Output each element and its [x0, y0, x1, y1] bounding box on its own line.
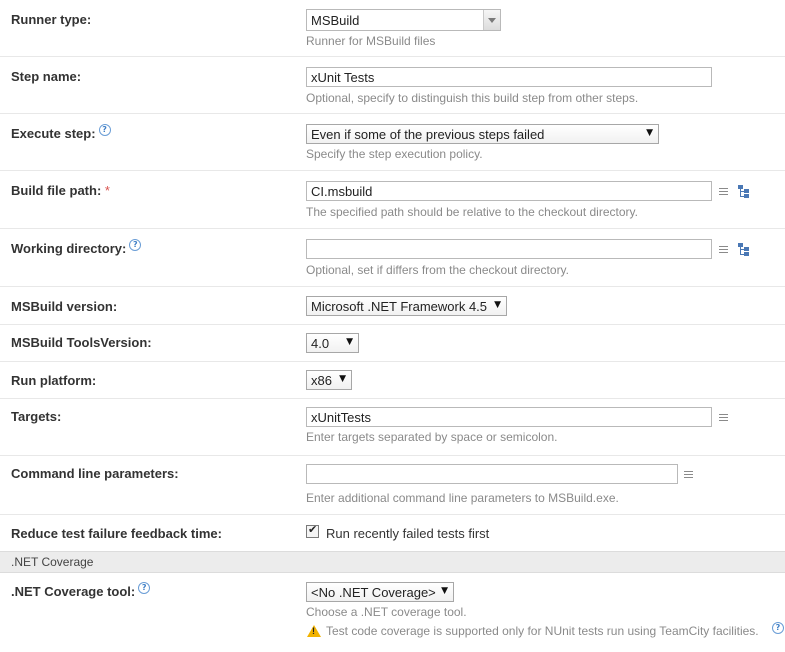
targets-input[interactable]: xUnitTests [306, 407, 712, 427]
msbuild-version-row: MSBuild version: Microsoft .NET Framewor… [0, 287, 785, 325]
msbuild-version-value: Microsoft .NET Framework 4.5 [311, 299, 488, 314]
runner-type-row: Runner type: MSBuild Runner for MSBuild … [0, 0, 785, 57]
working-directory-label-text: Working directory: [11, 241, 127, 256]
chevron-down-icon: ▼ [494, 300, 501, 310]
execute-step-note: Specify the step execution policy. [306, 147, 483, 161]
coverage-tool-value: <No .NET Coverage> [311, 585, 436, 600]
section-title: .NET Coverage [11, 555, 94, 569]
chevron-down-icon: ▼ [646, 128, 653, 138]
working-directory-label: Working directory:? [11, 239, 142, 256]
targets-note: Enter targets separated by space or semi… [306, 430, 558, 444]
execute-step-row: Execute step:? Even if some of the previ… [0, 114, 785, 171]
msbuild-tools-version-row: MSBuild ToolsVersion: 4.0 ▼ [0, 325, 785, 362]
warning-icon [307, 625, 321, 637]
working-directory-input[interactable] [306, 239, 712, 259]
coverage-tool-select[interactable]: <No .NET Coverage> ▼ [306, 582, 454, 602]
command-line-label: Command line parameters: [11, 466, 179, 481]
targets-label: Targets: [11, 409, 62, 424]
reduce-feedback-label: Reduce test failure feedback time: [11, 526, 222, 541]
chevron-down-icon: ▼ [441, 586, 448, 596]
required-marker: * [104, 183, 110, 198]
text-editor-icon[interactable] [719, 188, 728, 195]
chevron-down-icon: ▼ [346, 337, 353, 347]
run-platform-value: x86 [311, 373, 332, 388]
build-file-path-label: Build file path: * [11, 183, 110, 198]
execute-step-label-text: Execute step: [11, 126, 96, 141]
tree-browse-icon[interactable] [738, 185, 750, 198]
chevron-down-icon[interactable] [483, 10, 500, 30]
command-line-input[interactable] [306, 464, 678, 484]
msbuild-tools-version-select[interactable]: 4.0 ▼ [306, 333, 359, 353]
text-editor-icon[interactable] [719, 414, 728, 421]
msbuild-tools-version-value: 4.0 [311, 336, 330, 351]
build-file-path-label-text: Build file path: [11, 183, 102, 198]
step-name-label: Step name: [11, 69, 82, 84]
help-icon[interactable]: ? [129, 239, 142, 251]
run-platform-select[interactable]: x86 ▼ [306, 370, 352, 390]
targets-row: Targets: xUnitTests Enter targets separa… [0, 399, 785, 456]
msbuild-version-label: MSBuild version: [11, 299, 118, 314]
help-icon[interactable]: ? [98, 124, 111, 136]
coverage-warning-text: Test code coverage is supported only for… [326, 624, 759, 638]
step-name-row: Step name: xUnit Tests Optional, specify… [0, 57, 785, 114]
working-directory-row: Working directory:? Optional, set if dif… [0, 229, 785, 287]
chevron-down-icon: ▼ [339, 374, 346, 384]
net-coverage-section-header: .NET Coverage [0, 551, 785, 573]
execute-step-select[interactable]: Even if some of the previous steps faile… [306, 124, 659, 144]
text-editor-icon[interactable] [684, 471, 693, 478]
msbuild-tools-version-label: MSBuild ToolsVersion: [11, 335, 152, 350]
coverage-tool-label-text: .NET Coverage tool: [11, 584, 136, 599]
working-directory-note: Optional, set if differs from the checko… [306, 263, 570, 277]
msbuild-version-select[interactable]: Microsoft .NET Framework 4.5 ▼ [306, 296, 507, 316]
step-name-input[interactable]: xUnit Tests [306, 67, 712, 87]
coverage-tool-label: .NET Coverage tool:? [11, 582, 151, 599]
command-line-note: Enter additional command line parameters… [306, 491, 619, 505]
run-failed-first-label[interactable]: Run recently failed tests first [326, 526, 489, 541]
command-line-row: Command line parameters: Enter additiona… [0, 456, 785, 515]
step-name-note: Optional, specify to distinguish this bu… [306, 91, 639, 105]
runner-type-select[interactable]: MSBuild [306, 9, 501, 31]
text-editor-icon[interactable] [719, 246, 728, 253]
execute-step-value: Even if some of the previous steps faile… [311, 127, 545, 142]
runner-type-value: MSBuild [311, 13, 360, 28]
runner-type-label: Runner type: [11, 12, 92, 27]
build-file-path-row: Build file path: * CI.msbuild The specif… [0, 171, 785, 229]
tree-browse-icon[interactable] [738, 243, 750, 256]
coverage-tool-note: Choose a .NET coverage tool. [306, 605, 467, 619]
execute-step-label: Execute step:? [11, 124, 111, 141]
runner-type-note: Runner for MSBuild files [306, 34, 436, 48]
help-icon[interactable]: ? [772, 622, 784, 634]
build-file-path-note: The specified path should be relative to… [306, 205, 638, 219]
run-failed-first-checkbox[interactable] [306, 523, 319, 538]
run-platform-row: Run platform: x86 ▼ [0, 362, 785, 399]
help-icon[interactable]: ? [138, 582, 151, 594]
build-file-path-input[interactable]: CI.msbuild [306, 181, 712, 201]
run-platform-label: Run platform: [11, 373, 97, 388]
